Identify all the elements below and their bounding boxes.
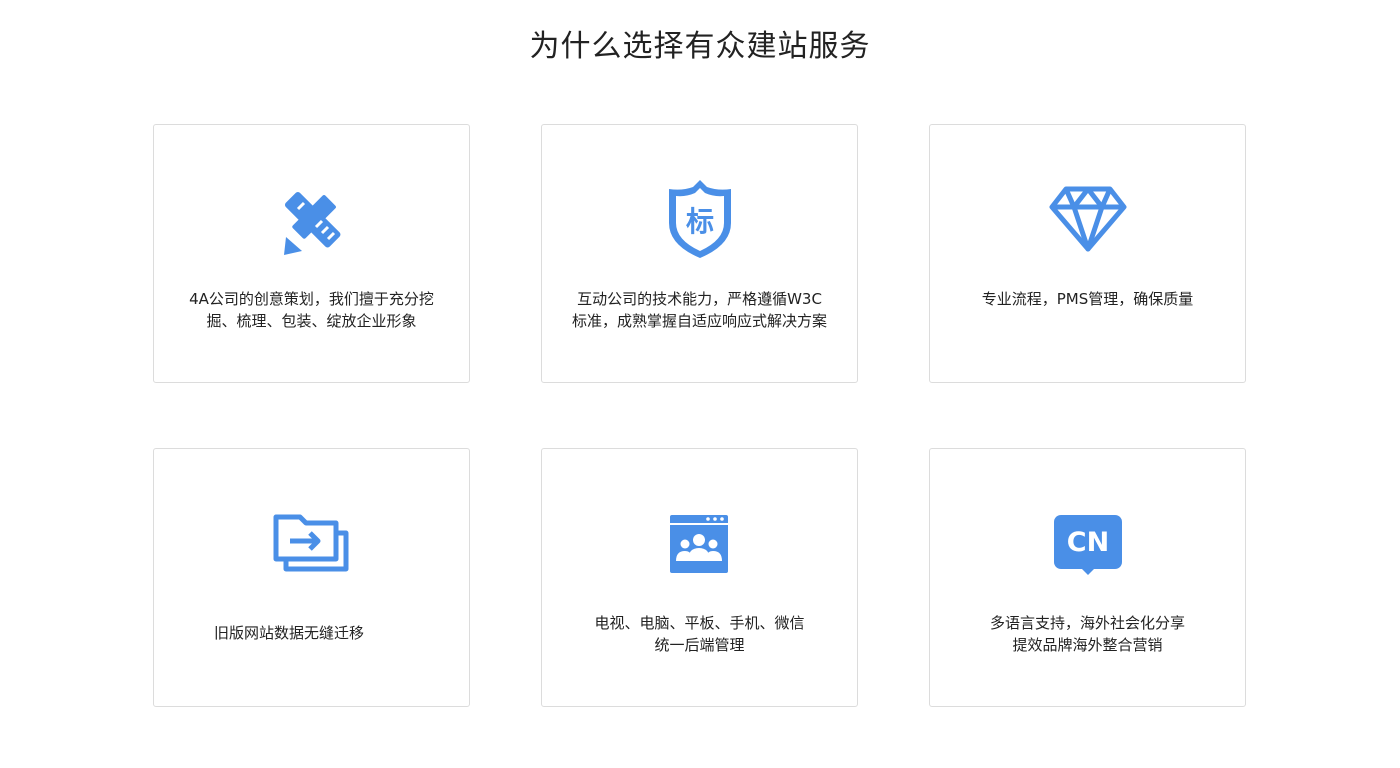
- feature-desc-line: 旧版网站数据无缝迁移: [214, 624, 365, 642]
- feature-desc-line: 专业流程，PMS管理，确保质量: [981, 290, 1194, 308]
- feature-card-standards: 标 互动公司的技术能力，严格遵循W3C 标准，成熟掌握自适应响应式解决方案: [541, 124, 858, 383]
- pencil-ruler-icon: [154, 125, 469, 265]
- feature-card-multi-device: 电视、电脑、平板、手机、微信 统一后端管理: [541, 448, 858, 707]
- feature-desc: 4A公司的创意策划，我们擅于充分挖 掘、梳理、包装、绽放企业形象: [174, 288, 449, 332]
- page: 为什么选择有众建站服务 4A公司的创意策划，我们擅于充分挖 掘、梳理、包装、绽放…: [0, 0, 1400, 768]
- folder-migrate-icon: [154, 449, 469, 589]
- feature-card-migration: 旧版网站数据无缝迁移: [153, 448, 470, 707]
- feature-desc-line: 标准，成熟掌握自适应响应式解决方案: [571, 312, 827, 330]
- cn-language-icon: CN: [930, 449, 1245, 589]
- cn-glyph: CN: [1066, 527, 1108, 558]
- feature-card-creative: 4A公司的创意策划，我们擅于充分挖 掘、梳理、包装、绽放企业形象: [153, 124, 470, 383]
- feature-desc-line: 4A公司的创意策划，我们擅于充分挖: [189, 290, 434, 308]
- feature-desc: 电视、电脑、平板、手机、微信 统一后端管理: [562, 612, 837, 656]
- feature-desc-line: 提效品牌海外整合营销: [1012, 636, 1163, 654]
- feature-desc-line: 掘、梳理、包装、绽放企业形象: [206, 312, 417, 330]
- feature-desc-line: 互动公司的技术能力，严格遵循W3C: [577, 290, 822, 308]
- section-title: 为什么选择有众建站服务: [529, 29, 871, 64]
- feature-desc: 专业流程，PMS管理，确保质量: [950, 288, 1225, 310]
- feature-desc-line: 电视、电脑、平板、手机、微信: [594, 614, 805, 632]
- shield-glyph: 标: [685, 205, 713, 238]
- feature-card-multilingual: CN 多语言支持，海外社会化分享 提效品牌海外整合营销: [929, 448, 1246, 707]
- feature-desc: 旧版网站数据无缝迁移: [174, 622, 449, 644]
- feature-desc-line: 统一后端管理: [654, 636, 745, 654]
- standard-shield-icon: 标: [542, 125, 857, 265]
- feature-desc: 互动公司的技术能力，严格遵循W3C 标准，成熟掌握自适应响应式解决方案: [562, 288, 837, 332]
- feature-card-quality: 专业流程，PMS管理，确保质量: [929, 124, 1246, 383]
- browser-users-icon: [542, 449, 857, 589]
- feature-desc: 多语言支持，海外社会化分享 提效品牌海外整合营销: [950, 612, 1225, 656]
- diamond-icon: [930, 125, 1245, 265]
- feature-desc-line: 多语言支持，海外社会化分享: [989, 614, 1185, 632]
